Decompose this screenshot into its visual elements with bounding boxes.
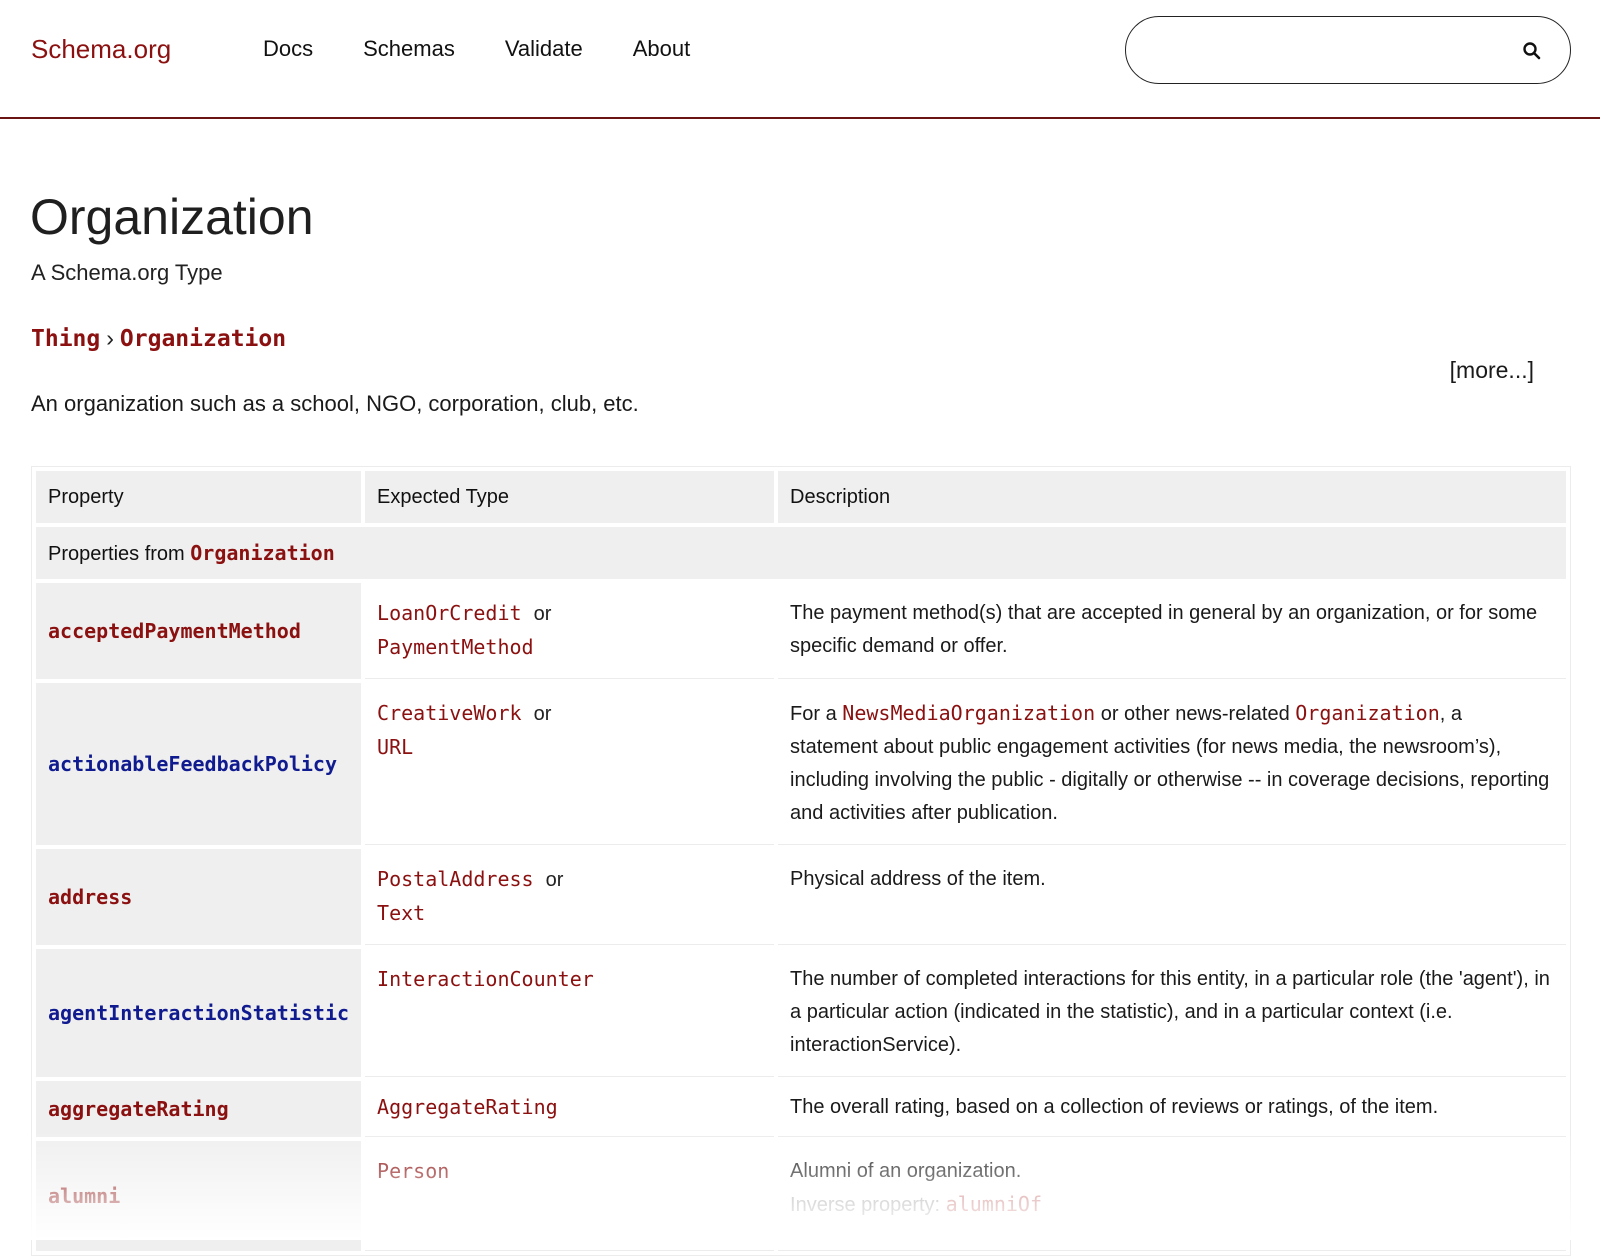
header-expected-type: Expected Type — [365, 471, 775, 523]
table-row: aggregateRating AggregateRating The over… — [36, 1081, 1566, 1137]
or-text: or — [533, 703, 552, 725]
type-link[interactable]: InteractionCounter — [377, 967, 594, 991]
property-link[interactable]: aggregateRating — [48, 1097, 229, 1121]
type-link[interactable]: AggregateRating — [377, 1095, 558, 1119]
table-row: alumni Person Alumni of an organization.… — [36, 1141, 1566, 1251]
search-icon — [1523, 42, 1541, 60]
description-text: or other news-related — [1095, 703, 1296, 725]
header-property: Property — [36, 471, 362, 523]
properties-table: Property Expected Type Description Prope… — [31, 466, 1571, 1256]
property-cell: acceptedPaymentMethod — [36, 583, 362, 679]
types-cell: InteractionCounter — [365, 949, 775, 1077]
types-cell: PostalAddress or Text — [365, 849, 775, 945]
property-cell: alumni — [36, 1141, 362, 1251]
nav-schemas[interactable]: Schemas — [363, 36, 455, 62]
type-link[interactable]: LoanOrCredit — [377, 601, 522, 625]
site-header: Schema.org Docs Schemas Validate About — [0, 0, 1600, 119]
description-cell: The payment method(s) that are accepted … — [778, 583, 1566, 679]
table-row: actionableFeedbackPolicy CreativeWork or… — [36, 683, 1566, 845]
property-cell: actionableFeedbackPolicy — [36, 683, 362, 845]
property-link[interactable]: address — [48, 885, 132, 909]
type-link[interactable]: Text — [377, 901, 425, 925]
table-row: agentInteractionStatistic InteractionCou… — [36, 949, 1566, 1077]
description-text: For a — [790, 703, 843, 725]
inverse-label: Inverse property: — [790, 1194, 946, 1216]
search-button[interactable] — [1520, 39, 1544, 63]
types-cell: LoanOrCredit or PaymentMethod — [365, 583, 775, 679]
page-title: Organization — [30, 189, 314, 245]
property-cell: address — [36, 849, 362, 945]
description-cell: For a NewsMediaOrganization or other new… — [778, 683, 1566, 845]
site-logo-link[interactable]: Schema.org — [31, 34, 171, 65]
type-link[interactable]: PostalAddress — [377, 867, 534, 891]
property-link[interactable]: agentInteractionStatistic — [48, 1001, 349, 1025]
description-cell: The number of completed interactions for… — [778, 949, 1566, 1077]
description-cell: Physical address of the item. — [778, 849, 1566, 945]
description-cell: The overall rating, based on a collectio… — [778, 1081, 1566, 1137]
breadcrumb-thing[interactable]: Thing — [31, 326, 100, 352]
type-link[interactable]: URL — [377, 735, 413, 759]
table-row: acceptedPaymentMethod LoanOrCredit or Pay… — [36, 583, 1566, 679]
table-header-row: Property Expected Type Description — [36, 471, 1566, 523]
main-nav: Docs Schemas Validate About — [263, 36, 740, 62]
description-text: Alumni of an organization. — [790, 1160, 1022, 1182]
inverse-property: Inverse property: alumniOf — [790, 1192, 1042, 1216]
breadcrumb-separator: › — [106, 325, 114, 351]
inverse-property-link[interactable]: alumniOf — [946, 1192, 1042, 1216]
description-cell: Alumni of an organization. Inverse proper… — [778, 1141, 1566, 1251]
header-description: Description — [778, 471, 1566, 523]
search-input[interactable] — [1152, 31, 1496, 71]
property-cell: aggregateRating — [36, 1081, 362, 1137]
nav-docs[interactable]: Docs — [263, 36, 313, 62]
type-link[interactable]: PaymentMethod — [377, 635, 534, 659]
group-heading: Properties from Organization — [36, 527, 1566, 579]
type-link[interactable]: Person — [377, 1159, 449, 1183]
type-link[interactable]: CreativeWork — [377, 701, 522, 725]
description-link[interactable]: NewsMediaOrganization — [842, 701, 1095, 725]
nav-about[interactable]: About — [633, 36, 691, 62]
description-link[interactable]: Organization — [1295, 701, 1440, 725]
breadcrumb-organization[interactable]: Organization — [120, 326, 286, 352]
property-link[interactable]: alumni — [48, 1184, 120, 1208]
property-link[interactable]: actionableFeedbackPolicy — [48, 752, 337, 776]
types-cell: Person — [365, 1141, 775, 1251]
more-link[interactable]: [more...] — [1450, 357, 1534, 384]
or-text: or — [533, 603, 552, 625]
table-row: address PostalAddress or Text Physical ad… — [36, 849, 1566, 945]
group-row: Properties from Organization — [36, 527, 1566, 579]
nav-validate[interactable]: Validate — [505, 36, 583, 62]
types-cell: CreativeWork or URL — [365, 683, 775, 845]
property-cell: agentInteractionStatistic — [36, 949, 362, 1077]
or-text: or — [545, 869, 564, 891]
property-link[interactable]: acceptedPaymentMethod — [48, 619, 301, 643]
search-box — [1125, 16, 1571, 84]
page-subtitle: A Schema.org Type — [31, 260, 223, 285]
group-type-link[interactable]: Organization — [190, 541, 335, 565]
type-description: An organization such as a school, NGO, c… — [31, 391, 639, 416]
group-prefix: Properties from — [48, 542, 191, 565]
breadcrumb: Thing › Organization — [31, 325, 286, 352]
types-cell: AggregateRating — [365, 1081, 775, 1137]
